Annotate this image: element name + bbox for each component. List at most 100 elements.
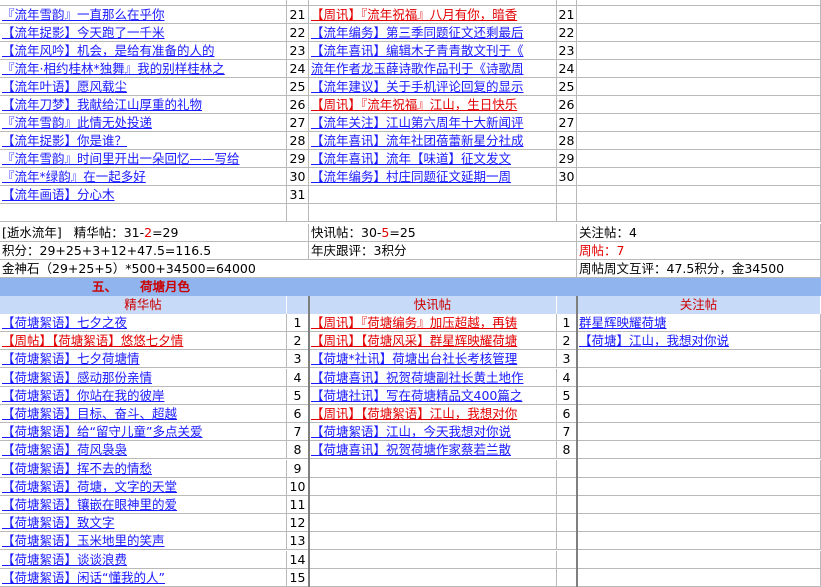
news-link[interactable]: 流年作者龙玉薛诗歌作品刊于《诗歌周 <box>309 60 557 78</box>
table-row: 『流年雪韵』时间里开出一朵回忆——写给 29 【流年喜讯】流年【味道】征文发文 29 <box>0 150 821 168</box>
group-name: [逝水流年] <box>2 225 62 240</box>
table-row: 【荷塘絮语】挥不去的情愁 9 <box>0 459 821 478</box>
news-link[interactable]: 【荷塘社讯】写在荷塘精品文400篇之 <box>309 386 557 405</box>
news-link[interactable]: 【流年编务】第三季同题征文还剩最后 <box>309 24 557 42</box>
news-link[interactable]: 【荷塘*社讯】荷塘出台社长考核管理 <box>309 350 557 369</box>
spreadsheet-view: 『流年雪韵』一直那么在乎你 21 【周讯】『流年祝福』八月有你，暗香 21 【流年捉影】… <box>0 0 821 587</box>
post-link[interactable]: 『流年雪韵』此情无处投递 <box>0 114 287 132</box>
jinghua-deduction: 2 <box>144 225 153 240</box>
post-link[interactable]: 『流年雪韵』时间里开出一朵回忆——写给 <box>0 150 287 168</box>
empty-cell <box>577 168 821 186</box>
row-number: 28 <box>287 132 309 150</box>
row-number: 6 <box>287 405 309 423</box>
news-link[interactable]: 【流年建议】关于手机评论回复的显示 <box>309 78 557 96</box>
row-number: 21 <box>557 6 577 24</box>
post-link[interactable]: 【流年画语】分心木 <box>0 186 287 204</box>
row-number <box>557 459 577 478</box>
post-link[interactable]: 【荷塘絮语】目标、奋斗、超越 <box>0 405 287 423</box>
row-number: 25 <box>287 78 309 96</box>
news-link[interactable]: 【周讯】【荷塘风采】群星辉映耀荷塘 <box>309 332 557 351</box>
row-number: 27 <box>287 114 309 132</box>
jinghua-count-result: =29 <box>152 225 179 240</box>
table-row: 【荷塘絮语】荷塘，文字的天堂 10 <box>0 477 821 496</box>
kuaixun-count-result: =25 <box>389 225 416 240</box>
focus-link <box>577 368 821 387</box>
news-link[interactable]: 【周讯】【荷塘絮语】江山，我想对你 <box>309 405 557 423</box>
row-number: 4 <box>287 368 309 387</box>
row-number: 28 <box>557 132 577 150</box>
news-link[interactable]: 【流年编务】村庄同题征文延期一周 <box>309 168 557 186</box>
news-link[interactable]: 【流年喜讯】编辑木子青青散文刊于《 <box>309 42 557 60</box>
empty-cell <box>577 60 821 78</box>
post-link[interactable]: 『流年·相约桂林*独舞』我的别样桂林之 <box>0 60 287 78</box>
row-number: 26 <box>287 96 309 114</box>
post-link[interactable]: 【荷塘絮语】给“留守儿童”多点关爱 <box>0 423 287 442</box>
table-row: 【流年刀梦】我献给江山厚重的礼物 26 【周讯】『流年祝福』江山，生日快乐 26 <box>0 96 821 114</box>
row-number: 24 <box>557 60 577 78</box>
table-row: 【荷塘絮语】七夕之夜 1 【周讯】『荷塘编务』加压超越，再铸 1 群星辉映耀荷塘 <box>0 314 821 332</box>
post-link[interactable]: 【荷塘絮语】感动那份亲情 <box>0 368 287 387</box>
news-link[interactable]: 【荷塘絮语】江山，今天我想对你说 <box>309 423 557 442</box>
post-link[interactable]: 【流年叶语】愿风载尘 <box>0 78 287 96</box>
post-link[interactable]: 【荷塘絮语】玉米地里的笑声 <box>0 532 287 551</box>
news-link[interactable]: 【周讯】『流年祝福』江山，生日快乐 <box>309 96 557 114</box>
post-link[interactable]: 【荷塘絮语】你站在我的彼岸 <box>0 386 287 405</box>
post-link[interactable]: 【流年风吟】机会，是给有准备的人的 <box>0 42 287 60</box>
row-number: 4 <box>557 368 577 387</box>
post-link[interactable]: 【流年捉影】你是谁？ <box>0 132 287 150</box>
news-link <box>309 459 557 478</box>
news-link[interactable]: 【周讯】『流年祝福』八月有你，暗香 <box>309 6 557 24</box>
post-link[interactable]: 【荷塘絮语】挥不去的情愁 <box>0 459 287 478</box>
news-link <box>309 568 557 587</box>
row-number: 25 <box>557 78 577 96</box>
row-number: 30 <box>287 168 309 186</box>
kuaixun-count-cell: 快讯帖：30-5=25 <box>309 224 577 242</box>
row-number: 2 <box>557 332 577 351</box>
post-link[interactable]: 【荷塘絮语】致文字 <box>0 514 287 533</box>
score-total: 积分：29+25+3+12+47.5=116.5 <box>0 242 309 260</box>
row-number: 2 <box>287 332 309 351</box>
news-link[interactable]: 【周讯】『荷塘编务』加压超越，再铸 <box>309 314 557 332</box>
row-number: 26 <box>557 96 577 114</box>
focus-link[interactable]: 【荷塘】江山，我想对你说 <box>577 332 821 351</box>
focus-link[interactable]: 群星辉映耀荷塘 <box>577 314 821 332</box>
post-link[interactable]: 『流年雪韵』一直那么在乎你 <box>0 6 287 24</box>
row-number: 29 <box>287 150 309 168</box>
news-link[interactable]: 【荷塘喜讯】祝贺荷塘副社长黄土地作 <box>309 368 557 387</box>
table-row: 【荷塘絮语】感动那份亲情 4 【荷塘喜讯】祝贺荷塘副社长黄土地作 4 <box>0 368 821 387</box>
news-link[interactable]: 【荷塘喜讯】祝贺荷塘作家蔡若兰散 <box>309 441 557 460</box>
post-link[interactable]: 【荷塘絮语】镶嵌在眼神里的爱 <box>0 496 287 514</box>
empty-cell <box>577 114 821 132</box>
row-number: 1 <box>287 314 309 332</box>
post-link[interactable]: 【流年刀梦】我献给江山厚重的礼物 <box>0 96 287 114</box>
row-number <box>557 532 577 551</box>
post-link[interactable]: 【荷塘絮语】荷风袅袅 <box>0 441 287 460</box>
post-link[interactable]: 【荷塘絮语】七夕之夜 <box>0 314 287 332</box>
table-row: 【荷塘絮语】七夕荷塘情 3 【荷塘*社讯】荷塘出台社长考核管理 3 <box>0 350 821 369</box>
empty-cell <box>577 42 821 60</box>
empty-cell <box>577 6 821 24</box>
post-link[interactable]: 【荷塘絮语】谈谈浪费 <box>0 550 287 569</box>
post-link[interactable]: 【流年捉影】今天跑了一千米 <box>0 24 287 42</box>
post-link[interactable]: 【周帖】【荷塘絮语】悠悠七夕情 <box>0 332 287 351</box>
post-link[interactable]: 【荷塘絮语】七夕荷塘情 <box>0 350 287 369</box>
post-link[interactable]: 『流年*绿韵』在一起多好 <box>0 168 287 186</box>
row-number: 11 <box>287 496 309 514</box>
row-number: 27 <box>557 114 577 132</box>
focus-link <box>577 350 821 369</box>
row-number <box>557 186 577 204</box>
news-link[interactable]: 【流年喜讯】流年【味道】征文发文 <box>309 150 557 168</box>
row-number: 1 <box>557 314 577 332</box>
row-number: 21 <box>287 6 309 24</box>
post-link[interactable]: 【荷塘絮语】闲话“懂我的人” <box>0 568 287 587</box>
row-number: 31 <box>287 186 309 204</box>
table-row: 【荷塘絮语】致文字 12 <box>0 514 821 533</box>
news-link <box>309 532 557 551</box>
post-link[interactable]: 【荷塘絮语】荷塘，文字的天堂 <box>0 477 287 496</box>
row-number: 8 <box>557 441 577 460</box>
news-link[interactable]: 【流年喜讯】流年社团蓓蕾新星分社成 <box>309 132 557 150</box>
column-header-guanzhu: 关注帖 <box>577 296 821 314</box>
table-row: 【荷塘絮语】你站在我的彼岸 5 【荷塘社讯】写在荷塘精品文400篇之 5 <box>0 386 821 405</box>
news-link[interactable]: 【流年关注】江山第六周年十大新闻评 <box>309 114 557 132</box>
summary-row-counts: [逝水流年] 精华帖：31-2=29 快讯帖：30-5=25 关注帖：4 <box>0 224 821 242</box>
